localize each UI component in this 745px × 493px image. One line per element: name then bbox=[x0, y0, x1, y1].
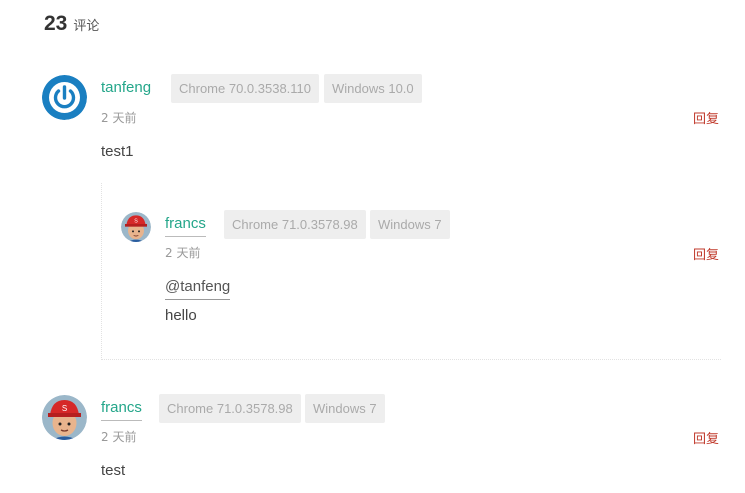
mention-link[interactable]: @tanfeng bbox=[165, 278, 231, 300]
reply-button[interactable]: 回复 bbox=[693, 108, 719, 127]
comment-time: 2 天前 bbox=[101, 430, 137, 444]
reply-button[interactable]: 回复 bbox=[693, 244, 719, 263]
browser-badge: Chrome 71.0.3578.98 bbox=[224, 210, 366, 239]
os-badge: Windows 7 bbox=[305, 394, 385, 423]
comment-count: 23 bbox=[44, 12, 68, 35]
power-icon bbox=[42, 75, 87, 120]
comment-author[interactable]: francs bbox=[165, 215, 206, 237]
author-name: francs bbox=[165, 215, 206, 237]
comment-author[interactable]: tanfeng bbox=[101, 79, 151, 96]
comment-time: 2 天前 bbox=[101, 111, 137, 125]
comment-text: test bbox=[101, 462, 126, 479]
svg-text:S: S bbox=[62, 404, 67, 413]
author-name: francs bbox=[101, 399, 142, 421]
cartoon-boy-icon: S bbox=[121, 212, 151, 242]
os-badge: Windows 10.0 bbox=[324, 74, 422, 103]
svg-text:S: S bbox=[134, 219, 138, 225]
avatar[interactable]: S bbox=[42, 395, 87, 440]
os-badge: Windows 7 bbox=[370, 210, 450, 239]
avatar[interactable]: S bbox=[121, 212, 151, 242]
avatar[interactable] bbox=[42, 75, 87, 120]
comment-time: 2 天前 bbox=[165, 246, 201, 260]
browser-badge: Chrome 70.0.3538.110 bbox=[171, 74, 320, 103]
comment-text: hello bbox=[165, 307, 197, 324]
comment-count-label: 评论 bbox=[73, 19, 100, 34]
comment-author[interactable]: francs bbox=[101, 399, 142, 421]
comment-text: test1 bbox=[101, 143, 134, 160]
browser-badge: Chrome 71.0.3578.98 bbox=[159, 394, 301, 423]
comment-count-header: 23 评论 bbox=[44, 12, 99, 36]
reply-button[interactable]: 回复 bbox=[693, 428, 719, 447]
cartoon-boy-icon: S bbox=[42, 395, 87, 440]
